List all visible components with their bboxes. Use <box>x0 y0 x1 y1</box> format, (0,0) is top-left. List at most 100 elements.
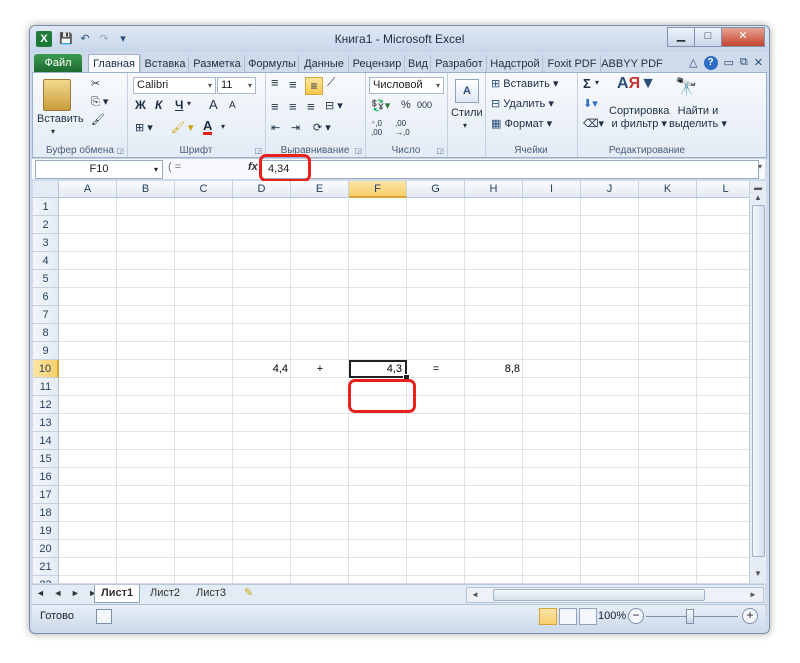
row-header-20[interactable]: 20 <box>33 540 59 558</box>
row-header-18[interactable]: 18 <box>33 504 59 522</box>
insert-cells-button[interactable]: ⊞ Вставить ▾ <box>491 77 559 90</box>
font-launcher-icon[interactable]: ◲ <box>254 146 262 155</box>
column-header-b[interactable]: B <box>117 181 175 198</box>
tab-foxit-pdf[interactable]: Foxit PDF <box>542 55 601 73</box>
normal-view-icon[interactable] <box>539 608 557 625</box>
row-header-6[interactable]: 6 <box>33 288 59 306</box>
column-header-f[interactable]: F <box>349 181 407 198</box>
column-header-i[interactable]: I <box>523 181 581 198</box>
column-header-h[interactable]: H <box>465 181 523 198</box>
sheet-tab-1[interactable]: Лист1 <box>94 585 141 603</box>
column-header-c[interactable]: C <box>175 181 233 198</box>
row-header-10[interactable]: 10 <box>33 360 59 378</box>
styles-button[interactable]: Стили <box>451 107 483 119</box>
align-middle-icon[interactable]: ≡ <box>289 77 297 92</box>
font-size-dropdown[interactable]: 11 ▾ <box>217 77 256 94</box>
doc-restore-icon[interactable]: ⧉ <box>740 56 748 70</box>
row-header-22[interactable]: 22 <box>33 576 59 583</box>
bold-button[interactable]: Ж <box>135 98 146 112</box>
italic-button[interactable]: К <box>155 98 162 112</box>
formula-bar-resize-icon[interactable]: ( = <box>168 161 181 173</box>
copy-icon[interactable]: ⎘ ▾ <box>91 95 108 109</box>
row-header-5[interactable]: 5 <box>33 270 59 288</box>
fill-icon[interactable]: ⬇▾ <box>583 97 598 110</box>
cut-icon[interactable]: ✂ <box>91 77 100 90</box>
tab-formulas[interactable]: Формулы <box>244 55 299 73</box>
currency-icon[interactable]: 💱▾ <box>371 99 390 112</box>
name-box[interactable]: F10 ▾ <box>35 160 163 179</box>
delete-cells-button[interactable]: ⊟ Удалить ▾ <box>491 97 554 110</box>
new-sheet-icon[interactable]: ✎ <box>238 585 259 602</box>
grow-font-button[interactable]: A <box>209 97 218 112</box>
doc-close-icon[interactable]: ✕ <box>754 56 763 70</box>
scroll-down-icon[interactable]: ▼ <box>750 567 766 581</box>
row-header-1[interactable]: 1 <box>33 198 59 216</box>
minimize-button[interactable]: ▁ <box>667 27 695 47</box>
autosum-dropdown-icon[interactable]: ▾ <box>595 78 599 87</box>
tab-addins[interactable]: Надстрой <box>486 55 543 73</box>
tab-review[interactable]: Рецензир <box>348 55 405 73</box>
row-header-16[interactable]: 16 <box>33 468 59 486</box>
increase-decimal-icon[interactable]: ⁺,0,00 <box>371 119 391 137</box>
row-header-11[interactable]: 11 <box>33 378 59 396</box>
align-left-icon[interactable]: ≡ <box>271 99 279 114</box>
tab-home[interactable]: Главная <box>88 54 140 74</box>
cell-d10[interactable]: 4,4 <box>233 360 291 378</box>
tab-data[interactable]: Данные <box>298 55 349 73</box>
sort-filter-button[interactable]: Сортировка и фильтр ▾ <box>609 105 669 130</box>
increase-indent-icon[interactable]: ⇥ <box>291 121 300 134</box>
format-painter-icon[interactable]: 🖌 <box>91 113 105 126</box>
close-button[interactable]: ✕ <box>721 27 765 47</box>
styles-icon[interactable]: A <box>455 79 479 103</box>
ribbon-minimize-icon[interactable]: △ <box>689 56 697 70</box>
fill-color-icon[interactable]: 🖌 ▾ <box>171 121 194 134</box>
row-header-17[interactable]: 17 <box>33 486 59 504</box>
percent-button[interactable]: % <box>401 99 411 111</box>
format-cells-button[interactable]: ▦ Формат ▾ <box>491 117 552 130</box>
zoom-in-button[interactable]: + <box>742 608 758 624</box>
number-launcher-icon[interactable]: ◲ <box>436 146 444 155</box>
row-header-12[interactable]: 12 <box>33 396 59 414</box>
row-header-21[interactable]: 21 <box>33 558 59 576</box>
merge-cells-icon[interactable]: ⊟ ▾ <box>325 99 343 112</box>
expand-formula-bar-icon[interactable]: ▾ <box>758 162 762 171</box>
number-format-dropdown[interactable]: Числовой ▾ <box>369 77 444 94</box>
scroll-up-icon[interactable]: ▲ <box>750 191 766 205</box>
binoculars-icon[interactable]: 🔭 <box>675 77 697 98</box>
row-header-7[interactable]: 7 <box>33 306 59 324</box>
tab-insert[interactable]: Вставка <box>140 55 189 73</box>
select-all-button[interactable] <box>33 181 59 198</box>
maximize-button[interactable]: □ <box>694 27 722 47</box>
help-icon[interactable]: ? <box>703 56 718 70</box>
page-break-view-icon[interactable] <box>579 608 597 625</box>
cell-f10[interactable]: 4,3 <box>349 360 407 378</box>
insert-function-button[interactable]: fx <box>248 161 258 173</box>
column-header-j[interactable]: J <box>581 181 639 198</box>
column-header-a[interactable]: A <box>59 181 117 198</box>
macro-record-icon[interactable] <box>96 609 112 624</box>
paste-dropdown-icon[interactable]: ▾ <box>51 127 55 136</box>
row-header-4[interactable]: 4 <box>33 252 59 270</box>
font-color-button[interactable]: A <box>203 119 213 135</box>
wrap-orientation-icon[interactable]: ⟳ ▾ <box>313 121 331 134</box>
orientation-icon[interactable]: ⟋ <box>327 75 335 90</box>
row-header-15[interactable]: 15 <box>33 450 59 468</box>
page-layout-view-icon[interactable] <box>559 608 577 625</box>
column-header-e[interactable]: E <box>291 181 349 198</box>
spreadsheet-grid[interactable]: A B C D E F G H I J K L 1 2 3 4 5 6 7 8 9 10 11 12 13 14 15 16 17 18 1… <box>33 181 749 583</box>
thousands-button[interactable]: 000 <box>417 100 432 110</box>
row-header-14[interactable]: 14 <box>33 432 59 450</box>
horizontal-scrollbar[interactable]: ◄ ► <box>466 587 764 603</box>
formula-input[interactable]: 4,34 <box>261 160 759 179</box>
tab-view[interactable]: Вид <box>404 55 431 73</box>
align-top-icon[interactable]: ≡ <box>271 75 279 90</box>
styles-dropdown-icon[interactable]: ▾ <box>463 121 467 130</box>
cell-h10[interactable]: 8,8 <box>465 360 523 378</box>
align-center-icon[interactable]: ≡ <box>289 99 297 114</box>
doc-minimize-icon[interactable]: ▭ <box>724 56 734 70</box>
vertical-scroll-thumb[interactable] <box>752 205 765 557</box>
paste-button[interactable]: Вставить <box>37 113 84 125</box>
paste-icon[interactable] <box>43 79 71 111</box>
underline-dropdown-icon[interactable]: ▾ <box>187 99 191 108</box>
font-color-dropdown-icon[interactable]: ▾ <box>221 122 225 131</box>
